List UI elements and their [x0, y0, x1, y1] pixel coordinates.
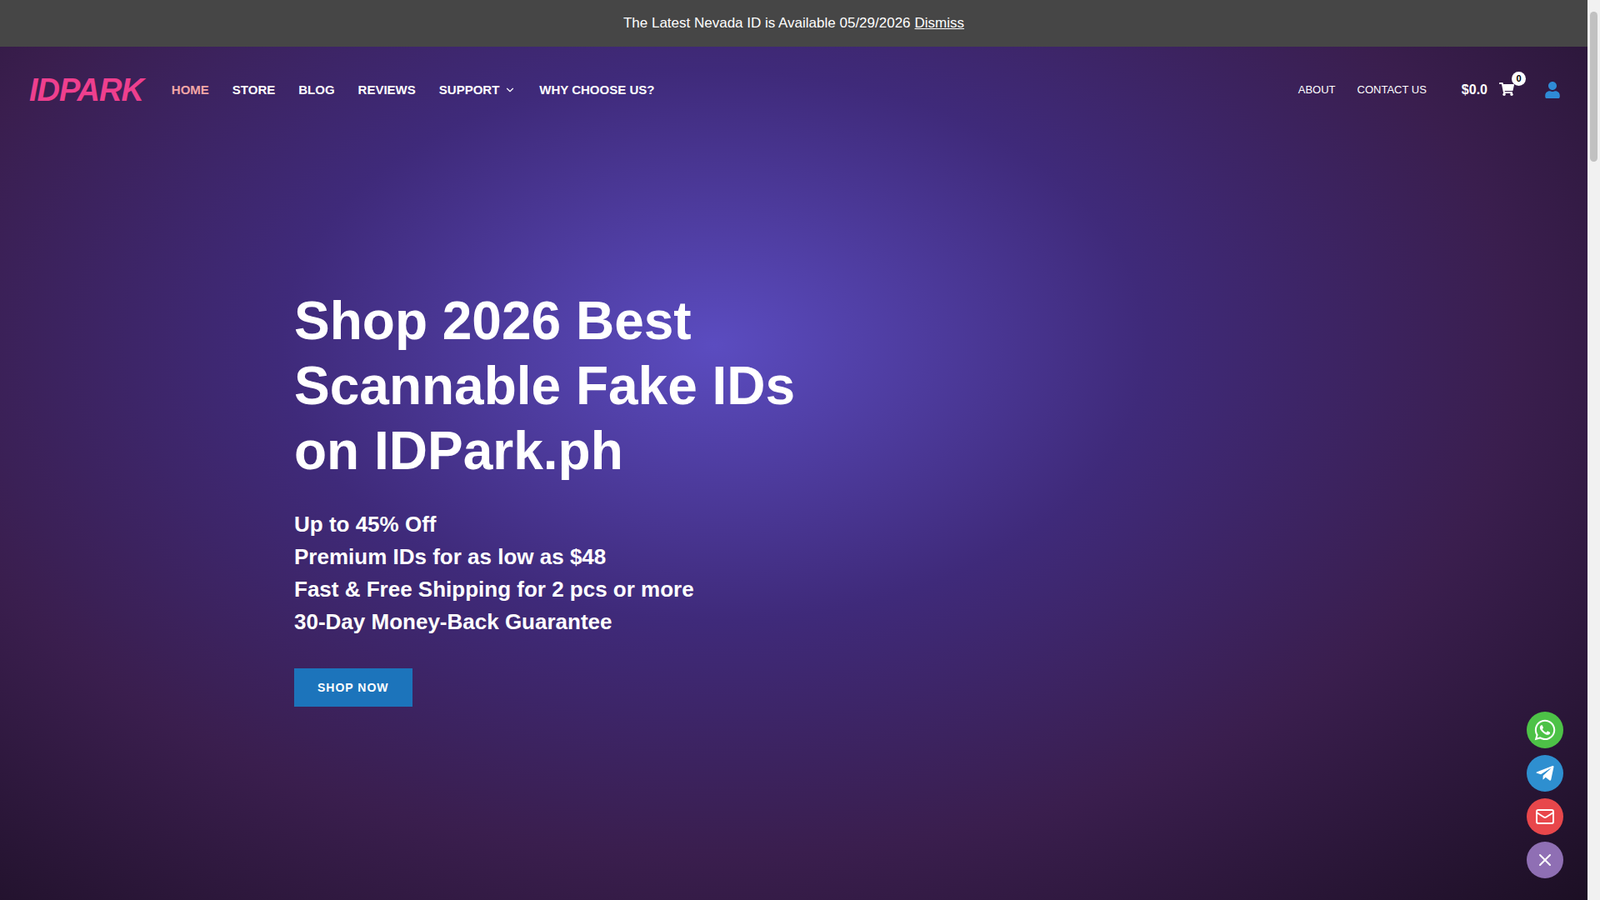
- secondary-nav-item[interactable]: CONTACT US: [1357, 81, 1427, 99]
- cart-icon: [1499, 81, 1515, 97]
- secondary-nav-item[interactable]: ABOUT: [1298, 81, 1336, 99]
- scrollbar[interactable]: [1587, 0, 1600, 900]
- hero: IDPARK HOME STORE BLOG REVIEWS SUPPORT WHY CHO…: [0, 46, 1588, 900]
- logo[interactable]: IDPARK: [29, 74, 144, 106]
- telegram-icon: [1535, 763, 1555, 784]
- feature-item: Up to 45% Off: [294, 508, 695, 541]
- hero-content: Shop 2026 BestScannable Fake IDson IDPar…: [0, 133, 1588, 707]
- contact-buttons: [1526, 711, 1564, 879]
- email-icon: [1535, 806, 1555, 827]
- headline-line: on IDPark.ph: [294, 418, 795, 484]
- shop-now-button[interactable]: SHOP NOW: [294, 668, 413, 707]
- contact-button[interactable]: [1526, 798, 1564, 835]
- dismiss-link[interactable]: Dismiss: [915, 12, 965, 35]
- headline-line: Scannable Fake IDs: [294, 353, 795, 419]
- nav-item[interactable]: REVIEWS: [358, 80, 416, 100]
- contact-button[interactable]: [1526, 755, 1564, 792]
- feature-list: Up to 45% OffPremium IDs for as low as $…: [294, 508, 695, 639]
- cart[interactable]: $0.0 0: [1461, 80, 1516, 100]
- nav-item[interactable]: SUPPORT: [439, 80, 517, 100]
- cart-count-badge: 0: [1511, 71, 1526, 86]
- whatsapp-icon: [1533, 718, 1557, 742]
- header-right: ABOUT CONTACT US $0.0 0: [1298, 80, 1561, 100]
- secondary-nav: ABOUT CONTACT US: [1298, 81, 1427, 99]
- close-icon: [1535, 850, 1555, 870]
- announcement-bar: The Latest Nevada ID is Available 05/29/…: [0, 0, 1588, 47]
- feature-item: Fast & Free Shipping for 2 pcs or more: [294, 573, 695, 606]
- scrollbar-thumb[interactable]: [1590, 11, 1598, 162]
- feature-item: 30-Day Money-Back Guarantee: [294, 605, 695, 639]
- cart-button[interactable]: 0: [1499, 81, 1516, 99]
- account-icon[interactable]: [1544, 81, 1561, 99]
- contact-button[interactable]: [1526, 841, 1564, 879]
- feature-item: Premium IDs for as low as $48: [294, 540, 695, 574]
- main-nav: HOME STORE BLOG REVIEWS SUPPORT WHY CHOOSE US…: [171, 80, 655, 100]
- page: The Latest Nevada ID is Available 05/29/…: [0, 0, 1600, 900]
- page-content: The Latest Nevada ID is Available 05/29/…: [0, 0, 1588, 900]
- headline-line: Shop 2026 Best: [294, 288, 795, 354]
- contact-button[interactable]: [1526, 711, 1564, 749]
- nav-item[interactable]: BLOG: [298, 80, 335, 100]
- chevron-down-icon: [504, 84, 516, 96]
- announcement-text: The Latest Nevada ID is Available 05/29/…: [623, 12, 911, 35]
- hero-headline: Shop 2026 BestScannable Fake IDson IDPar…: [294, 288, 795, 484]
- site-header: IDPARK HOME STORE BLOG REVIEWS SUPPORT WHY CHO…: [0, 46, 1588, 134]
- nav-item[interactable]: HOME: [171, 80, 210, 100]
- nav-item[interactable]: STORE: [232, 80, 275, 100]
- cart-total: $0.0: [1461, 80, 1488, 100]
- nav-item[interactable]: WHY CHOOSE US?: [539, 80, 655, 100]
